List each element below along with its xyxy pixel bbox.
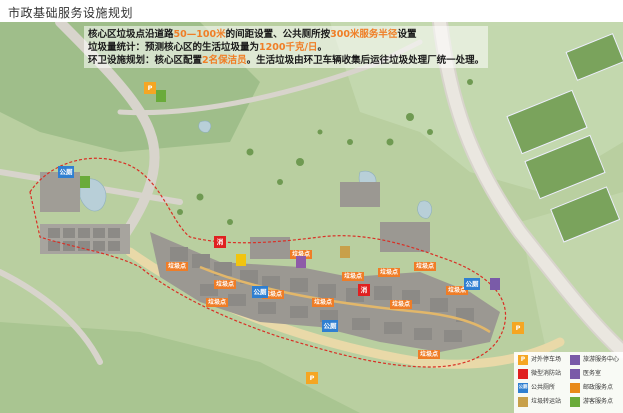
- public-toilet-marker[interactable]: 公厕: [58, 166, 74, 178]
- page-title: 市政基础服务设施规划: [8, 6, 134, 20]
- parking-marker[interactable]: P: [512, 322, 524, 334]
- fire-station-icon: [518, 369, 528, 379]
- transfer-station-icon: [518, 397, 528, 407]
- parking-marker[interactable]: P: [144, 82, 156, 94]
- parking-marker[interactable]: P: [306, 372, 318, 384]
- public-toilet-marker[interactable]: 公厕: [322, 320, 338, 332]
- map-legend: P 对外停车场 旅游服务中心 微型消防站 医务室 公厕 公共厕所 邮政服务点 垃…: [514, 352, 623, 413]
- public-toilet-marker[interactable]: 公厕: [252, 286, 268, 298]
- garbage-point-marker[interactable]: 垃圾点: [214, 280, 237, 289]
- post-service-marker[interactable]: [236, 254, 246, 266]
- garbage-point-marker[interactable]: 垃圾点: [378, 268, 401, 277]
- clinic-marker[interactable]: [490, 278, 500, 290]
- garbage-point-marker[interactable]: 垃圾点: [206, 298, 229, 307]
- fire-station-marker[interactable]: 消: [358, 284, 370, 296]
- visitor-service-icon: [570, 397, 580, 407]
- title-bar: 市政基础服务设施规划: [0, 0, 623, 22]
- page: 市政基础服务设施规划 核心区垃圾点沿道路50—100米的间距设置、公共厕所按30…: [0, 0, 623, 413]
- garbage-point-marker[interactable]: 垃圾点: [414, 262, 437, 271]
- note-line-2: 垃圾量统计：预测核心区的生活垃圾量为1200千克/日。: [88, 42, 327, 53]
- garbage-point-marker[interactable]: 垃圾点: [418, 350, 441, 359]
- visitor-service-marker[interactable]: [156, 90, 166, 102]
- garbage-transfer-station-marker[interactable]: [340, 246, 350, 258]
- tourist-service-center-marker[interactable]: [296, 256, 306, 268]
- fire-station-marker[interactable]: 消: [214, 236, 226, 248]
- garbage-point-marker[interactable]: 垃圾点: [312, 298, 335, 307]
- visitor-service-marker[interactable]: [80, 176, 90, 188]
- tourist-center-icon: [570, 355, 580, 365]
- clinic-icon: [570, 369, 580, 379]
- garbage-point-marker[interactable]: 垃圾点: [166, 262, 189, 271]
- note-line-1: 核心区垃圾点沿道路50—100米的间距设置、公共厕所按300米服务半径设置: [88, 29, 417, 40]
- garbage-point-marker[interactable]: 垃圾点: [390, 300, 413, 309]
- public-toilet-marker[interactable]: 公厕: [464, 278, 480, 290]
- planning-notes: 核心区垃圾点沿道路50—100米的间距设置、公共厕所按300米服务半径设置 垃圾…: [84, 26, 489, 68]
- note-line-3: 环卫设施规划：核心区配置2名保洁员。生活垃圾由环卫车辆收集后运往垃圾处理厂统一处…: [88, 55, 485, 66]
- toilet-icon: 公厕: [518, 383, 528, 393]
- post-icon: [570, 383, 580, 393]
- garbage-point-marker[interactable]: 垃圾点: [342, 272, 365, 281]
- parking-icon: P: [518, 355, 528, 365]
